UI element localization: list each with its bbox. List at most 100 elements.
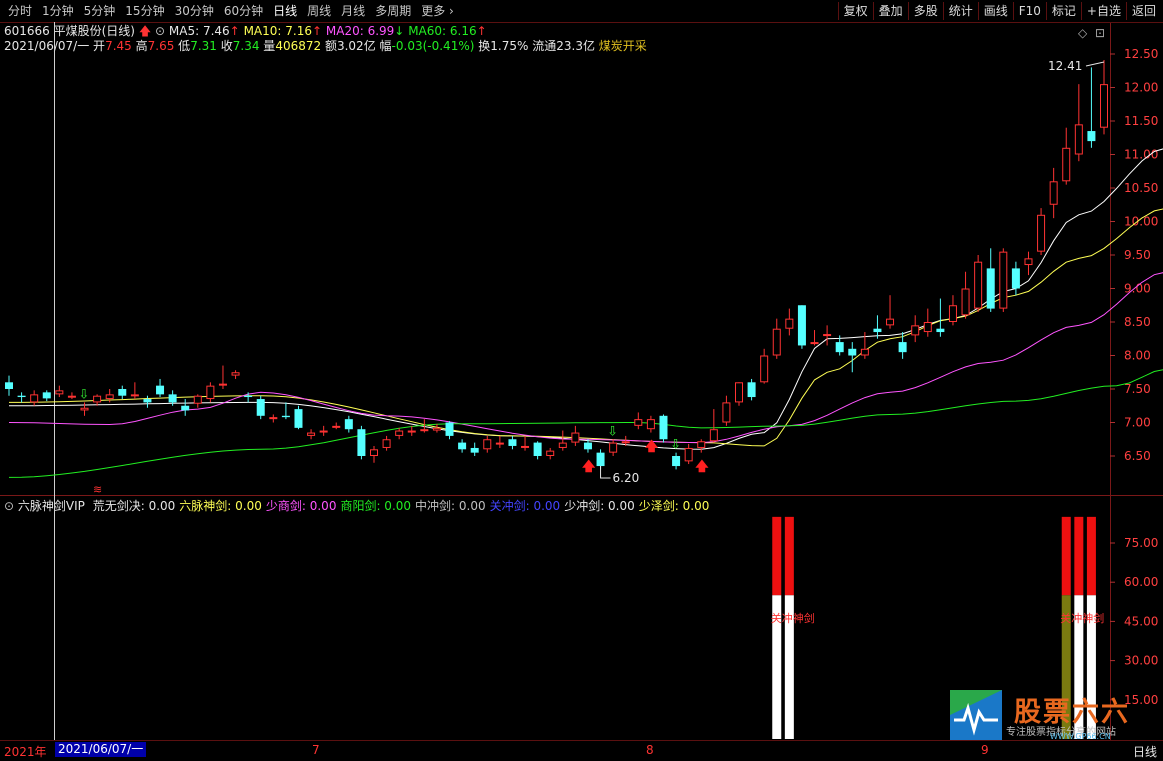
tool-button-5[interactable]: F10 <box>1012 2 1046 20</box>
candle-body <box>571 432 580 443</box>
indicator-item-4: 中冲剑: 0.00 <box>415 499 486 513</box>
tool-button-1[interactable]: 叠加 <box>872 2 908 20</box>
period-tab-0[interactable]: 分时 <box>4 3 36 19</box>
month-tick-8: 8 <box>646 743 654 757</box>
buy-arrow-icon: 🡅 <box>582 460 596 475</box>
indicator-tick-label: 60.00 <box>1124 575 1158 589</box>
candle-body <box>646 419 655 430</box>
candle-body <box>936 328 945 333</box>
sell-arrow-icon: ⇩ <box>670 438 681 453</box>
ma10-line <box>9 208 1163 447</box>
candle-body <box>80 407 89 411</box>
candle-body <box>181 405 190 411</box>
indicator-item-6: 少冲剑: 0.00 <box>564 499 635 513</box>
period-tab-4[interactable]: 30分钟 <box>171 3 218 19</box>
sector-label[interactable]: 煤炭开采 <box>599 39 647 53</box>
tool-button-6[interactable]: 标记 <box>1045 2 1081 20</box>
candle-body <box>835 342 844 353</box>
candle-body <box>1049 181 1058 205</box>
signal-marker-icon: ≋ <box>93 483 102 496</box>
high-label: 12.41 <box>1048 59 1082 73</box>
candle-body <box>1011 268 1020 289</box>
float-cap-value: 23.3亿 <box>556 39 595 53</box>
tool-button-3[interactable]: 统计 <box>942 2 978 20</box>
candle-body <box>55 390 64 395</box>
candle-body <box>974 261 983 309</box>
logo-icon <box>950 690 1002 740</box>
candle-body <box>307 432 316 436</box>
candle-body <box>684 447 693 462</box>
up-arrow-icon[interactable]: 🡅 <box>139 24 151 38</box>
period-tab-1[interactable]: 1分钟 <box>38 3 78 19</box>
indicator-bar-red <box>784 516 794 596</box>
period-tab-3[interactable]: 15分钟 <box>121 3 168 19</box>
candle-body <box>735 382 743 403</box>
period-tab-8[interactable]: 月线 <box>337 3 369 19</box>
candle-body <box>344 419 353 430</box>
period-tab-10[interactable]: 更多 › <box>417 3 458 19</box>
candle-body <box>948 305 957 322</box>
tool-button-2[interactable]: 多股 <box>907 2 943 20</box>
price-tick-label: 8.00 <box>1124 349 1151 363</box>
candle-body <box>269 417 278 420</box>
dropdown-circle-icon[interactable]: ⊙ <box>155 24 165 38</box>
candle-body <box>621 441 630 444</box>
indicator-item-1: 六脉神剑: 0.00 <box>179 499 262 513</box>
tool-button-7[interactable]: +自选 <box>1080 2 1126 20</box>
candle-body <box>143 399 152 403</box>
low-label: 6.20 <box>613 471 640 485</box>
candle-body <box>546 450 555 457</box>
indicator-toggle-icon[interactable]: ⊙ <box>4 499 14 513</box>
candle-body <box>810 342 819 345</box>
turnover-label: 换 <box>478 39 491 53</box>
candle-body <box>722 402 731 423</box>
high-pointer <box>1085 61 1105 67</box>
candle-body <box>1100 84 1108 128</box>
candle-body <box>432 427 441 431</box>
candle-body <box>823 334 832 337</box>
candle-body <box>17 395 26 398</box>
indicator-tick-label: 75.00 <box>1124 536 1158 550</box>
period-label[interactable]: 日线 <box>1133 743 1157 760</box>
period-tab-2[interactable]: 5分钟 <box>80 3 120 19</box>
price-tick-label: 7.50 <box>1124 382 1151 396</box>
period-tab-6[interactable]: 日线 <box>269 3 301 19</box>
month-tick-7: 7 <box>312 743 320 757</box>
ma60-value: MA60: 6.16 <box>408 24 477 38</box>
open-value: 7.45 <box>105 39 132 53</box>
site-logo: 股票六六 专注股票指标分享的网站 WWW.GP66.CN <box>946 690 1158 741</box>
quote-header: 601666 平煤股份(日线) 🡅 ⊙ MA5: 7.46↑ MA10: 7.1… <box>4 24 487 39</box>
candle-body <box>495 442 504 445</box>
period-tab-5[interactable]: 60分钟 <box>220 3 267 19</box>
candle-body <box>709 429 718 442</box>
price-tick-label: 6.50 <box>1124 449 1151 463</box>
ohlc-line: 2021/06/07/一 开7.45 高7.65 低7.31 收7.34 量40… <box>4 39 647 54</box>
price-tick-label: 9.50 <box>1124 248 1151 262</box>
price-tick-label: 12.50 <box>1124 47 1158 61</box>
price-tick-label: 10.00 <box>1124 215 1158 229</box>
indicator-name[interactable]: 六脉神剑VIP <box>18 499 85 513</box>
candle-body <box>332 425 341 428</box>
indicator-item-5: 关冲剑: 0.00 <box>489 499 561 513</box>
tool-button-0[interactable]: 复权 <box>837 2 873 20</box>
tool-button-4[interactable]: 画线 <box>977 2 1013 20</box>
candle-body <box>357 429 366 456</box>
candle-body <box>5 382 13 389</box>
tool-button-8[interactable]: 返回 <box>1125 2 1161 20</box>
tool-buttons: 复权 叠加 多股 统计 画线 F10 标记 +自选 返回 <box>837 2 1161 20</box>
period-tab-9[interactable]: 多周期 <box>371 3 415 19</box>
ma60-up-arrow-icon: ↑ <box>476 24 487 38</box>
ma20-down-arrow-icon: ↓ <box>394 24 405 38</box>
kline-chart[interactable]: 12.50 12.00 11.50 11.00 10.50 10.00 9.50 9.00 8.… <box>0 0 1163 760</box>
period-tab-7[interactable]: 周线 <box>303 3 335 19</box>
stock-code-name[interactable]: 601666 平煤股份(日线) <box>4 24 135 38</box>
candle-body <box>1074 124 1083 155</box>
price-tick-label: 8.50 <box>1124 315 1151 329</box>
candle-body <box>521 445 530 448</box>
candle-body <box>785 318 794 329</box>
candle-body <box>634 419 643 426</box>
candle-body <box>873 328 882 333</box>
candle-body <box>797 305 806 346</box>
candle-body <box>1062 147 1071 182</box>
candle-body <box>533 442 542 456</box>
